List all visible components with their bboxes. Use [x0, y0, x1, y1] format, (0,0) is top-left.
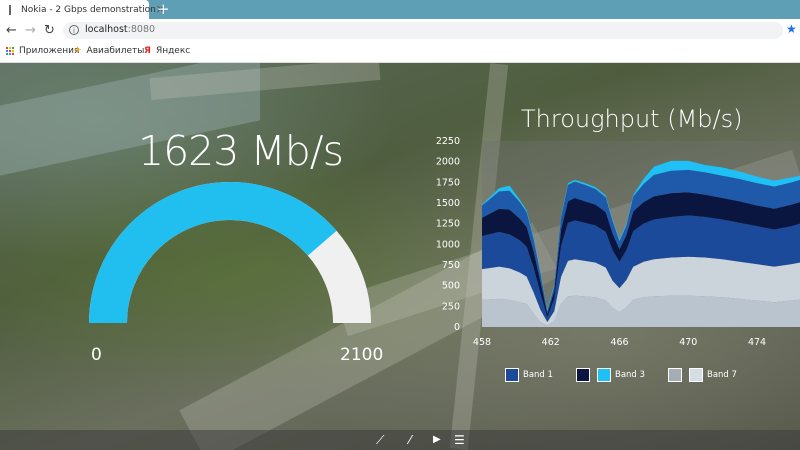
new-tab-button[interactable]: +: [157, 1, 170, 18]
apps-grid-icon: [6, 47, 14, 55]
legend-band1-label: Band 1: [523, 370, 553, 380]
legend-band3-swatch-a: [576, 368, 590, 382]
legend-band1-swatch: [505, 368, 519, 382]
y-tick-label: 1500: [436, 198, 460, 209]
dashboard-page: 1623 Mb/s 0 2100 Throughput (Mb/s) 0 250 5…: [0, 63, 800, 450]
tab-title: Nokia - 2 Gbps demonstration: [21, 4, 156, 15]
gauge-max-label: 2100: [340, 345, 384, 365]
x-tick-label: 466: [610, 337, 628, 346]
y-tick-label: 750: [442, 260, 460, 271]
url-host: localhost: [85, 24, 128, 35]
y-tick-label: 1750: [436, 177, 460, 188]
tab-strip: Nokia - 2 Gbps demonstration ✕ +: [0, 0, 800, 19]
speed-readout: 1623 Mb/s: [138, 127, 344, 175]
legend-band3-label: Band 3: [615, 370, 645, 380]
x-tick-label: 462: [542, 337, 560, 346]
legend-band7-label: Band 7: [707, 370, 737, 380]
browser-tab[interactable]: Nokia - 2 Gbps demonstration ✕: [0, 0, 165, 19]
throughput-chart: 0 250 500 750 1000 1250 1500 1750 2000 2250 458 462…: [436, 136, 800, 346]
forward-button[interactable]: →: [25, 21, 36, 40]
gauge-fill: [89, 182, 337, 324]
list-icon[interactable]: ☰: [454, 430, 465, 450]
legend-band7-swatch-a: [668, 368, 682, 382]
bookmarks-bar: Приложения ✈ Авиабилеты Я Яндекс: [0, 42, 800, 63]
browser-toolbar: ← → ↻ i localhost:8080: [0, 19, 800, 42]
bookmark-aviabilety[interactable]: ✈ Авиабилеты: [74, 46, 144, 56]
controls-bar: [0, 430, 800, 450]
address-bar[interactable]: i localhost:8080: [63, 22, 783, 39]
x-tick-label: 458: [473, 337, 491, 346]
site-info-icon[interactable]: i: [69, 25, 79, 35]
throughput-gauge: [89, 182, 371, 324]
chart-title: Throughput (Mb/s): [521, 105, 743, 133]
y-tick-label: 1000: [436, 239, 460, 250]
y-tick-label: 250: [442, 301, 460, 312]
pause-icon[interactable]: ⁄: [409, 430, 411, 450]
bookmark-star-icon[interactable]: ★: [786, 22, 797, 36]
url-port: :8080: [127, 24, 156, 35]
y-tick-label: 1250: [436, 219, 460, 230]
legend-band7-swatch-b: [689, 368, 703, 382]
x-tick-label: 474: [748, 337, 766, 346]
bookmark-yandex[interactable]: Я Яндекс: [144, 46, 190, 56]
chart-legend: Band 1 Band 3 Band 7: [0, 368, 800, 384]
bookmark-yandex-label: Яндекс: [155, 46, 191, 56]
bookmark-apps-label: Приложения: [19, 46, 80, 56]
yandex-icon: Я: [144, 46, 151, 56]
back-button[interactable]: ←: [6, 21, 17, 40]
airplane-icon: ✈: [74, 46, 82, 56]
chart-mode-icon[interactable]: ⟋: [376, 430, 384, 450]
y-tick-label: 2000: [436, 157, 460, 168]
bookmark-aviabilety-label: Авиабилеты: [86, 46, 145, 56]
legend-band3-swatch-b: [597, 368, 611, 382]
url-text: localhost:8080: [85, 24, 155, 35]
y-tick-label: 0: [454, 322, 460, 333]
x-tick-label: 470: [679, 337, 697, 346]
play-icon[interactable]: ▶: [433, 430, 441, 450]
reload-button[interactable]: ↻: [44, 21, 55, 40]
page-icon: [9, 4, 11, 15]
y-tick-label: 500: [442, 281, 460, 292]
bookmark-apps[interactable]: Приложения: [6, 46, 79, 56]
y-tick-label: 2250: [436, 136, 460, 147]
gauge-min-label: 0: [91, 345, 102, 365]
